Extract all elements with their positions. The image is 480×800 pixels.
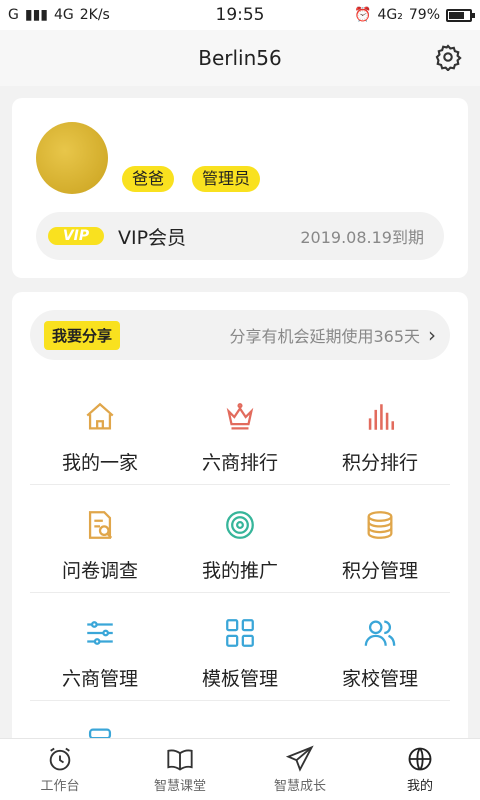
menu-item-label: 问卷调查 — [61, 560, 138, 582]
profile-card: 爸爸 管理员 VIP VIP会员 2019.08.19到期 — [12, 98, 468, 278]
page-title: Berlin56 — [198, 46, 282, 70]
alarm-clock-icon — [49, 747, 71, 771]
menu-item-my-promotion[interactable]: 我的推广 — [170, 484, 310, 592]
vip-expiry: 2019.08.19到期 — [300, 228, 424, 247]
users-icon — [364, 620, 396, 646]
title-bar: Berlin56 — [0, 30, 480, 86]
vip-bar[interactable]: VIP VIP会员 2019.08.19到期 — [36, 212, 444, 260]
grid-icon — [226, 619, 254, 647]
status-bar: G ▮▮▮ 4G 2K/s 19:55 ⏰ 4G₂ 79% — [0, 0, 480, 30]
coins-icon — [367, 511, 393, 539]
tab-label: 工作台 — [40, 779, 80, 794]
target-icon — [226, 511, 254, 539]
share-button[interactable]: 我要分享 — [44, 320, 121, 350]
sliders-icon — [87, 621, 113, 645]
role-badge-parent: 爸爸 — [122, 166, 175, 192]
share-text: 分享有机会延期使用365天 — [229, 327, 420, 346]
survey-icon — [88, 511, 113, 539]
menu-item-label: 我的一家 — [61, 452, 138, 474]
crown-icon — [226, 403, 254, 430]
bars-icon — [368, 404, 395, 430]
menu-item-label: 家校管理 — [341, 668, 418, 690]
chevron-right-icon: › — [428, 323, 436, 347]
menu-item-label: 我的推广 — [201, 560, 278, 582]
home-icon — [86, 402, 114, 430]
menu-item-label: 积分管理 — [341, 560, 418, 582]
avatar[interactable] — [36, 122, 108, 194]
vip-badge: VIP — [48, 227, 104, 245]
menu-item-home-school-management[interactable]: 家校管理 — [310, 592, 450, 700]
menu-item-survey[interactable]: 问卷调查 — [30, 484, 170, 592]
menu-item-template-management[interactable]: 模板管理 — [170, 592, 310, 700]
share-bar[interactable]: 我要分享 分享有机会延期使用365天 › — [30, 310, 450, 360]
menu-item-six-ranking[interactable]: 六商排行 — [170, 376, 310, 484]
menu-item-label: 六商排行 — [201, 452, 278, 474]
bottom-tab-bar: 工作台 智慧课堂 智慧成长 我的 — [0, 738, 480, 800]
tab-label: 智慧成长 — [273, 779, 326, 794]
role-badge-admin: 管理员 — [192, 166, 261, 192]
menu-item-label: 六商管理 — [61, 668, 138, 690]
tab-workbench[interactable]: 工作台 — [0, 739, 120, 800]
tab-label: 智慧课堂 — [153, 779, 206, 794]
vip-label: VIP会员 — [118, 226, 187, 249]
user-globe-icon — [408, 747, 432, 771]
menu-item-points-ranking[interactable]: 积分排行 — [310, 376, 450, 484]
menu-item-label: 模板管理 — [201, 668, 278, 690]
paper-plane-icon — [285, 745, 314, 772]
menu-item-label: 积分排行 — [341, 452, 418, 474]
tab-label: 我的 — [406, 779, 433, 794]
gear-icon[interactable] — [434, 43, 462, 71]
book-icon — [167, 749, 193, 771]
clock: 19:55 — [215, 5, 265, 25]
menu-card: 我要分享 分享有机会延期使用365天 › 我的一家 六商排行 积分排行 问卷调查… — [12, 292, 468, 752]
tab-smart-classroom[interactable]: 智慧课堂 — [120, 739, 240, 800]
menu-item-my-family[interactable]: 我的一家 — [30, 376, 170, 484]
tab-smart-growth[interactable]: 智慧成长 — [240, 739, 360, 800]
battery-icon — [446, 8, 475, 22]
menu-item-six-management[interactable]: 六商管理 — [30, 592, 170, 700]
menu-item-points-management[interactable]: 积分管理 — [310, 484, 450, 592]
tab-mine[interactable]: 我的 — [360, 739, 480, 800]
